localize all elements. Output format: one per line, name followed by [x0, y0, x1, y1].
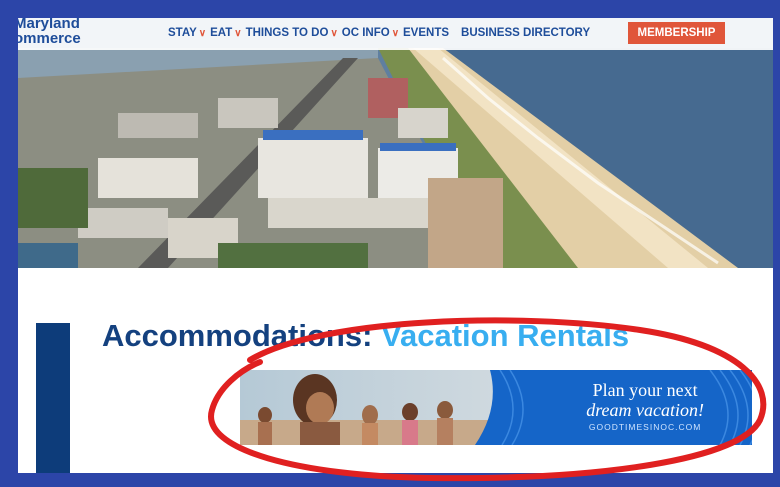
side-accent-bar — [36, 323, 70, 473]
browser-viewport: Maryland ommerce STAY ∨ EAT ∨ THINGS TO DO… — [18, 18, 773, 473]
logo-line2: ommerce — [18, 30, 81, 47]
nav-label: STAY — [168, 27, 197, 39]
ad-headline: Plan your next — [592, 380, 698, 400]
nav-item-eat[interactable]: EAT ∨ — [210, 27, 241, 39]
ad-url: GOODTIMESINOC.COM — [588, 422, 702, 432]
nav-label: EAT — [210, 27, 233, 39]
nav-item-oc-info[interactable]: OC INFO ∨ — [342, 27, 399, 39]
page-title-part1: Accommodations: — [102, 318, 382, 353]
page-title-part2: Vacation Rentals — [381, 318, 630, 353]
nav-label: OC INFO — [341, 27, 390, 39]
top-nav: Maryland ommerce STAY ∨ EAT ∨ THINGS TO DO… — [18, 18, 773, 50]
logo[interactable]: Maryland ommerce — [18, 18, 81, 46]
page-title: Accommodations: Vacation Rentals — [102, 318, 629, 354]
ad-copy: Plan your next dream vacation! GOODTIMES… — [586, 380, 704, 432]
nav-label: THINGS TO DO — [245, 27, 329, 39]
chevron-down-icon: ∨ — [234, 27, 242, 39]
chevron-down-icon: ∨ — [198, 27, 207, 39]
ad-banner[interactable]: Plan your next dream vacation! GOODTIMES… — [240, 370, 752, 445]
nav-label: BUSINESS DIRECTORY — [461, 27, 591, 39]
nav-item-things-to-do[interactable]: THINGS TO DO ∨ — [246, 27, 338, 39]
chevron-down-icon: ∨ — [330, 27, 338, 39]
membership-button[interactable]: MEMBERSHIP — [628, 22, 725, 44]
nav-item-events[interactable]: EVENTS — [403, 27, 449, 39]
main-menu: STAY ∨ EAT ∨ THINGS TO DO ∨ OC INFO ∨ EVENTS… — [168, 27, 602, 39]
ad-subheadline: dream vacation! — [586, 400, 704, 420]
chevron-down-icon: ∨ — [391, 27, 400, 39]
nav-item-business-directory[interactable]: BUSINESS DIRECTORY — [461, 27, 590, 39]
nav-label: EVENTS — [403, 27, 450, 39]
nav-item-stay[interactable]: STAY ∨ — [168, 27, 206, 39]
hero-image: Maryland ommerce STAY ∨ EAT ∨ THINGS TO DO… — [18, 18, 773, 268]
